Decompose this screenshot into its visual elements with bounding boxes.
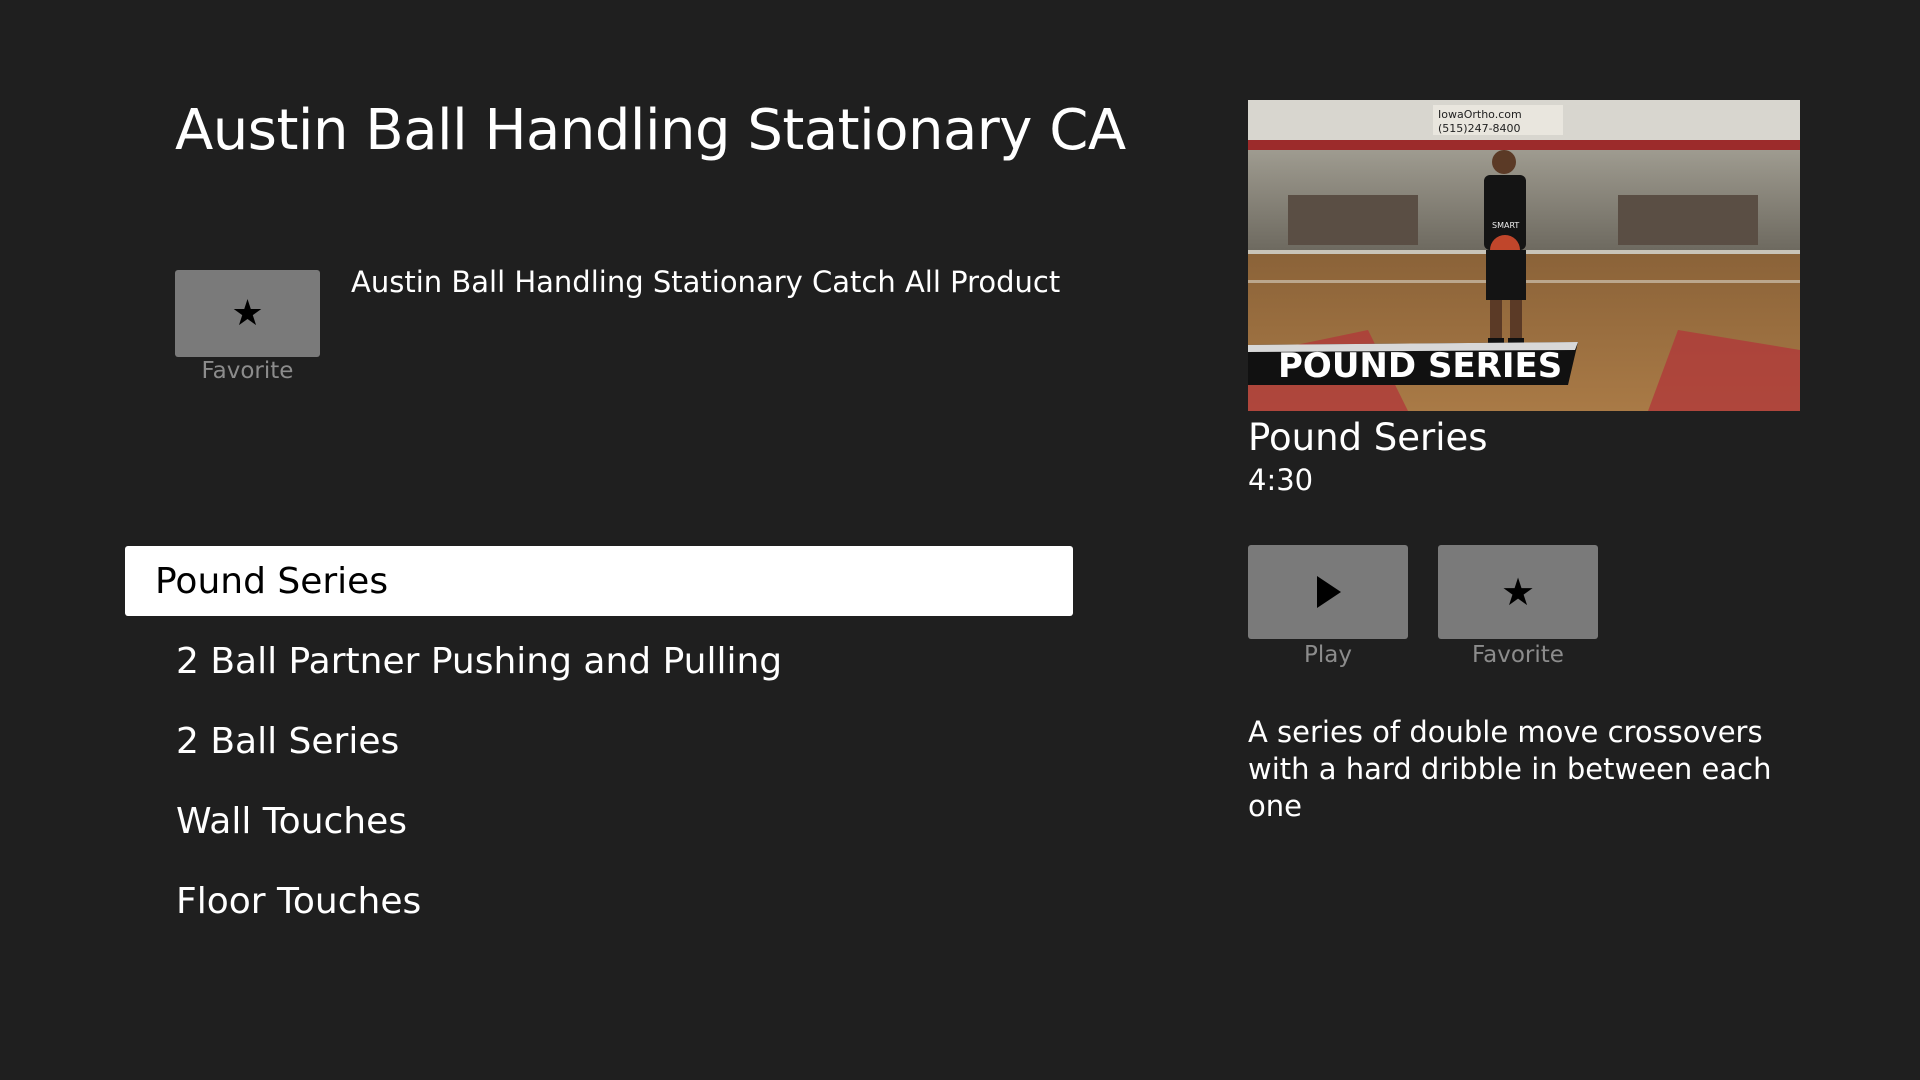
episode-item-2-ball-partner[interactable]: 2 Ball Partner Pushing and Pulling (125, 626, 1073, 696)
episode-thumbnail: IowaOrtho.com (515)247-8400 SMART POUND … (1248, 100, 1800, 411)
episode-list: Pound Series 2 Ball Partner Pushing and … (125, 546, 1073, 946)
episode-item-pound-series[interactable]: Pound Series (125, 546, 1073, 616)
play-button[interactable] (1248, 545, 1408, 639)
episode-item-wall-touches[interactable]: Wall Touches (125, 786, 1073, 856)
thumb-sign-line2: (515)247-8400 (1438, 122, 1521, 135)
play-icon (1317, 576, 1341, 608)
star-icon: ★ (231, 293, 264, 334)
play-label: Play (1304, 642, 1352, 668)
product-favorite-label: Favorite (201, 358, 294, 384)
detail-page: Austin Ball Handling Stationary CA ★ Fav… (0, 0, 1920, 1080)
thumb-sign-line1: IowaOrtho.com (1438, 108, 1522, 121)
thumb-shirt-text: SMART (1492, 221, 1519, 230)
product-favorite-button[interactable]: ★ (175, 270, 320, 357)
episode-item-floor-touches[interactable]: Floor Touches (125, 866, 1073, 936)
episode-favorite-label: Favorite (1472, 642, 1564, 668)
star-icon: ★ (1500, 570, 1536, 614)
episode-item-2-ball-series[interactable]: 2 Ball Series (125, 706, 1073, 776)
episode-favorite-button[interactable]: ★ (1438, 545, 1598, 639)
page-title: Austin Ball Handling Stationary CA (175, 98, 1126, 163)
episode-description: A series of double move crossovers with … (1248, 715, 1772, 823)
episode-duration: 4:30 (1248, 463, 1314, 497)
thumb-banner-text: POUND SERIES (1278, 346, 1562, 386)
episode-title: Pound Series (1248, 416, 1488, 459)
product-description: Austin Ball Handling Stationary Catch Al… (351, 265, 1061, 299)
